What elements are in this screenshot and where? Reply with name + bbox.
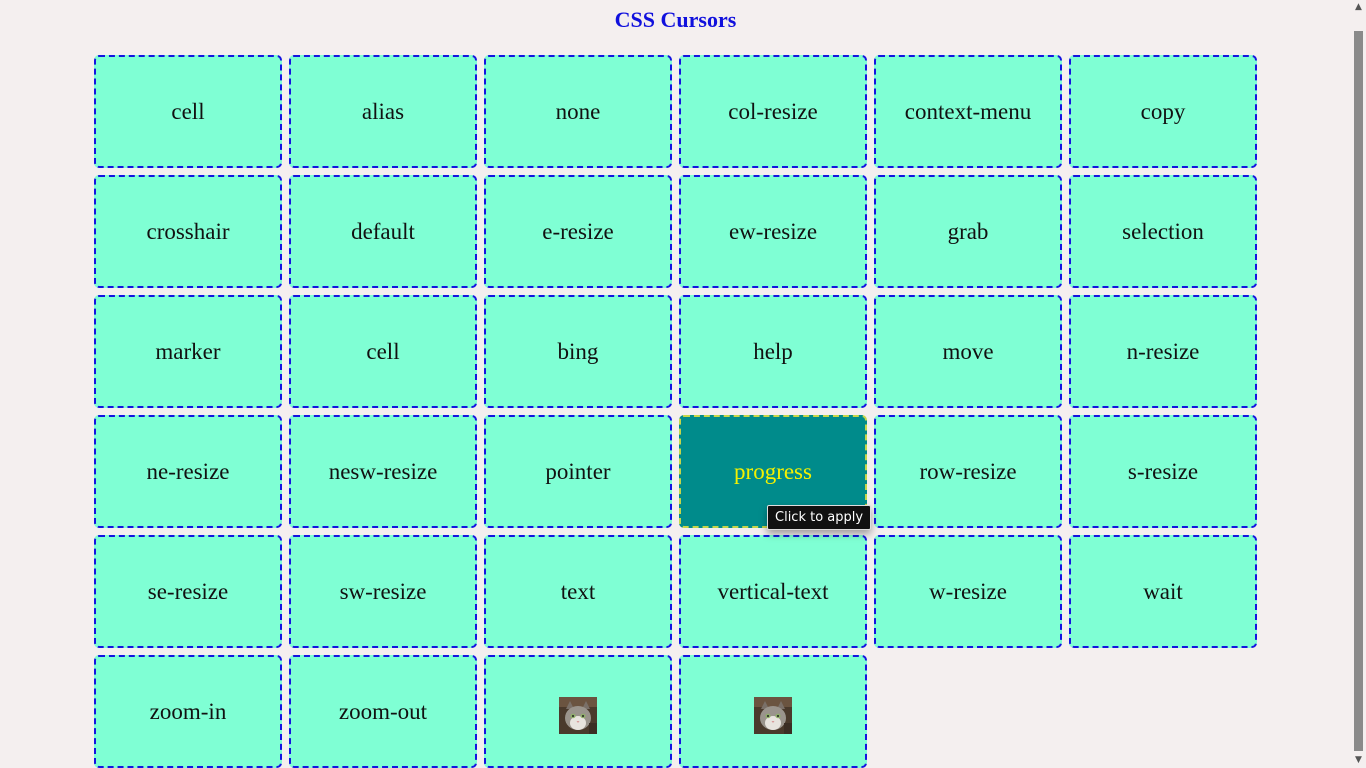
cursor-cell-move[interactable]: move xyxy=(874,295,1062,408)
cursor-label: w-resize xyxy=(929,578,1007,604)
cursor-label: vertical-text xyxy=(717,578,829,604)
cursor-label: zoom-out xyxy=(338,698,428,724)
cursor-cell-crosshair[interactable]: crosshair xyxy=(94,175,282,288)
cursor-label: context-menu xyxy=(904,98,1032,124)
cat-image-icon xyxy=(559,697,597,734)
cursor-cell-vertical-text[interactable]: vertical-text xyxy=(679,535,867,648)
cursor-label: se-resize xyxy=(147,578,229,604)
cursor-cell-text[interactable]: text xyxy=(484,535,672,648)
tooltip: Click to apply xyxy=(767,505,872,530)
cat-image-icon xyxy=(754,697,792,734)
cursor-label: cell xyxy=(171,98,205,124)
cursor-cell-progress[interactable]: progress Click to apply xyxy=(679,415,872,530)
cursor-cell-row-resize[interactable]: row-resize xyxy=(874,415,1062,528)
cursor-cell-custom-image-2[interactable] xyxy=(679,655,867,768)
cursor-label: help xyxy=(753,338,793,364)
cursor-label: s-resize xyxy=(1127,458,1199,484)
cursor-label: cell xyxy=(366,338,400,364)
cursor-label: text xyxy=(560,578,596,604)
cursor-cell-bing[interactable]: bing xyxy=(484,295,672,408)
cursor-cell-ew-resize[interactable]: ew-resize xyxy=(679,175,867,288)
cursor-label: sw-resize xyxy=(339,578,427,604)
cursor-cell-pointer[interactable]: pointer xyxy=(484,415,672,528)
cursor-cell-zoom-in[interactable]: zoom-in xyxy=(94,655,282,768)
cursor-label: row-resize xyxy=(919,458,1017,484)
cursor-label: e-resize xyxy=(542,218,614,244)
cursor-label: nesw-resize xyxy=(328,458,438,484)
cursor-label: marker xyxy=(155,338,221,364)
cursor-cell-help[interactable]: help xyxy=(679,295,867,408)
cursor-label: move xyxy=(942,338,994,364)
scrollbar-thumb[interactable] xyxy=(1354,31,1363,751)
cursor-label: wait xyxy=(1143,578,1183,604)
vertical-scrollbar[interactable]: ▲ ▼ xyxy=(1351,0,1366,768)
cursor-label: pointer xyxy=(545,458,611,484)
cursor-cell-s-resize[interactable]: s-resize xyxy=(1069,415,1257,528)
cursor-cell-context-menu[interactable]: context-menu xyxy=(874,55,1062,168)
page: CSS Cursors cell alias none col-resize c… xyxy=(0,0,1351,768)
cursor-label: crosshair xyxy=(146,218,230,244)
cursor-label: none xyxy=(555,98,601,124)
cursor-cell-zoom-out[interactable]: zoom-out xyxy=(289,655,477,768)
cursor-cell-grab[interactable]: grab xyxy=(874,175,1062,288)
cursor-cell-w-resize[interactable]: w-resize xyxy=(874,535,1062,648)
cursor-cell-nesw-resize[interactable]: nesw-resize xyxy=(289,415,477,528)
page-title: CSS Cursors xyxy=(614,7,737,32)
cursor-cell-se-resize[interactable]: se-resize xyxy=(94,535,282,648)
cursor-cell-default[interactable]: default xyxy=(289,175,477,288)
cursor-cell-selection[interactable]: selection xyxy=(1069,175,1257,288)
cursor-cell-col-resize[interactable]: col-resize xyxy=(679,55,867,168)
cursor-label: ew-resize xyxy=(728,218,818,244)
cursor-cell-copy[interactable]: copy xyxy=(1069,55,1257,168)
scroll-down-arrow-icon[interactable]: ▼ xyxy=(1351,753,1366,768)
cursor-label: n-resize xyxy=(1126,338,1200,364)
cursor-label: col-resize xyxy=(728,98,818,124)
cursor-cell-wait[interactable]: wait xyxy=(1069,535,1257,648)
cursor-label: bing xyxy=(557,338,599,364)
cursor-cell-n-resize[interactable]: n-resize xyxy=(1069,295,1257,408)
cursor-cell-cell-2[interactable]: cell xyxy=(289,295,477,408)
cursor-cell-e-resize[interactable]: e-resize xyxy=(484,175,672,288)
cursor-cell-marker[interactable]: marker xyxy=(94,295,282,408)
cursor-label: copy xyxy=(1140,98,1186,124)
cursor-label: progress xyxy=(734,458,812,484)
cursor-label: zoom-in xyxy=(149,698,227,724)
cursor-cell-cell[interactable]: cell xyxy=(94,55,282,168)
cursor-label: default xyxy=(351,218,415,244)
cursor-label: ne-resize xyxy=(146,458,230,484)
cursor-cell-ne-resize[interactable]: ne-resize xyxy=(94,415,282,528)
cursor-label: grab xyxy=(947,218,989,244)
cursor-cell-sw-resize[interactable]: sw-resize xyxy=(289,535,477,648)
cursor-cell-alias[interactable]: alias xyxy=(289,55,477,168)
cursor-grid: cell alias none col-resize context-menu … xyxy=(94,55,1258,768)
scroll-up-arrow-icon[interactable]: ▲ xyxy=(1351,0,1366,15)
cursor-label: alias xyxy=(361,98,405,124)
cursor-cell-custom-image-1[interactable] xyxy=(484,655,672,768)
cursor-cell-none[interactable]: none xyxy=(484,55,672,168)
cursor-label: selection xyxy=(1122,218,1204,244)
